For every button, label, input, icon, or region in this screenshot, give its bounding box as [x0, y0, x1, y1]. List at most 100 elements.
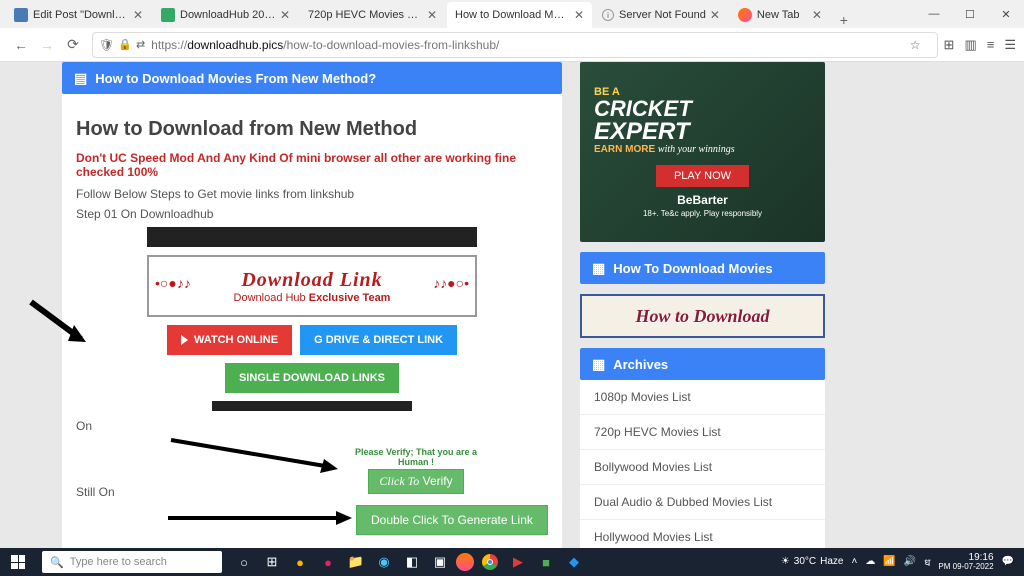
- close-tab-icon[interactable]: ✕: [574, 8, 584, 22]
- ad-play-button[interactable]: PLAY NOW: [656, 165, 749, 187]
- doc-icon: ▤: [74, 70, 87, 87]
- address-bar[interactable]: 🛡 🔒 ⇄ https://downloadhub.pics/how-to-do…: [92, 32, 938, 58]
- tab-edit-post[interactable]: Edit Post "Downloadhub 2022 ✕: [6, 2, 151, 28]
- taskview-icon[interactable]: ⊞: [260, 550, 284, 574]
- minimize-button[interactable]: —: [916, 0, 952, 28]
- taskbar-apps: ○ ⊞ ● ● 📁 ◉ ◧ ▣ ▶ ■ ◆: [232, 550, 586, 574]
- close-window-button[interactable]: ✕: [988, 0, 1024, 28]
- tab-new[interactable]: New Tab ✕: [730, 2, 830, 28]
- single-download-button[interactable]: SINGLE DOWNLOAD LINKS: [225, 363, 399, 393]
- banner-text: How to Download: [635, 306, 769, 327]
- gdrive-button[interactable]: G DRIVE & DIRECT LINK: [300, 325, 457, 355]
- maximize-button[interactable]: ☐: [952, 0, 988, 28]
- reader-icon[interactable]: ▥: [964, 37, 976, 53]
- archive-item[interactable]: Dual Audio & Dubbed Movies List: [580, 485, 825, 520]
- divider-strip: [212, 401, 412, 411]
- taskbar-search[interactable]: 🔍 Type here to search: [42, 551, 222, 573]
- close-tab-icon[interactable]: ✕: [812, 8, 822, 22]
- clock[interactable]: 19:16 PM 09-07-2022: [938, 552, 993, 572]
- watch-online-button[interactable]: WATCH ONLINE: [167, 325, 292, 355]
- on-label: On: [76, 419, 548, 433]
- firefox-icon[interactable]: [456, 553, 474, 571]
- main-column: ▤ How to Download Movies From New Method…: [62, 62, 562, 548]
- onedrive-icon[interactable]: ☁: [865, 556, 875, 567]
- explorer-icon[interactable]: 📁: [344, 550, 368, 574]
- ad-text: EXPERT: [594, 120, 690, 144]
- tab-label: How to Download Movies From Li: [455, 9, 570, 21]
- archive-item[interactable]: 720p HEVC Movies List: [580, 415, 825, 450]
- tab-label: DownloadHub 2022 Dual Aud: [180, 9, 276, 21]
- archive-list: 1080p Movies List 720p HEVC Movies List …: [580, 380, 825, 548]
- edge-icon[interactable]: ◉: [372, 550, 396, 574]
- back-button[interactable]: ←: [8, 32, 34, 58]
- archive-item[interactable]: Hollywood Movies List: [580, 520, 825, 548]
- network-icon[interactable]: 📶: [883, 556, 895, 567]
- app-icon[interactable]: ▶: [506, 550, 530, 574]
- bar-title: How To Download Movies: [613, 261, 772, 276]
- tab-downloadhub[interactable]: DownloadHub 2022 Dual Aud ✕: [153, 2, 298, 28]
- windows-icon: [11, 555, 25, 569]
- tab-server-not-found[interactable]: i Server Not Found ✕: [594, 2, 728, 28]
- app-icon[interactable]: ▣: [428, 550, 452, 574]
- app-icon[interactable]: ●: [288, 550, 312, 574]
- banner-subtitle: Download Hub Exclusive Team: [234, 292, 391, 304]
- close-tab-icon[interactable]: ✕: [427, 8, 437, 22]
- taskbar: 🔍 Type here to search ○ ⊞ ● ● 📁 ◉ ◧ ▣ ▶ …: [0, 548, 1024, 576]
- save-pocket-icon[interactable]: ⊞: [944, 37, 955, 53]
- close-tab-icon[interactable]: ✕: [280, 8, 290, 22]
- ad-disclaimer: 18+. Te&c apply. Play responsibly: [643, 209, 762, 218]
- chrome-icon[interactable]: [478, 550, 502, 574]
- volume-icon[interactable]: 🔊: [904, 556, 916, 567]
- sidebar-ad[interactable]: BE A CRICKET EXPERT EARN MORE with your …: [580, 62, 825, 242]
- archive-item[interactable]: 1080p Movies List: [580, 380, 825, 415]
- app-icon[interactable]: ●: [316, 550, 340, 574]
- language-indicator[interactable]: ध: [924, 555, 930, 569]
- new-tab-button[interactable]: +: [832, 12, 856, 28]
- bookmark-star-icon[interactable]: ☆: [910, 38, 921, 52]
- sidebar: BE A CRICKET EXPERT EARN MORE with your …: [580, 62, 825, 548]
- account-icon[interactable]: ≡: [987, 37, 995, 52]
- arrow-annotation-icon: [166, 435, 346, 475]
- cortana-icon[interactable]: ○: [232, 550, 256, 574]
- search-icon: 🔍: [50, 556, 64, 569]
- app-icon[interactable]: ◆: [562, 550, 586, 574]
- button-label: WATCH ONLINE: [194, 334, 278, 346]
- forward-button[interactable]: →: [34, 32, 60, 58]
- howto-download-banner[interactable]: How to Download: [580, 294, 825, 338]
- start-button[interactable]: [0, 548, 36, 576]
- tab-720p[interactable]: 720p HEVC Movies Full Movie Free ✕: [300, 2, 445, 28]
- verify-hint: Please Verify; That you are a Human !: [346, 447, 486, 467]
- weather-icon: ☀: [781, 556, 790, 567]
- download-link-banner: •○●♪♪ ♪♪●○• Download Link Download Hub E…: [147, 255, 477, 317]
- verify-button[interactable]: Click To Verify: [368, 469, 463, 494]
- url-text: https://downloadhub.pics/how-to-download…: [151, 38, 499, 52]
- weather-temp: 30°C: [794, 556, 816, 567]
- tray-chevron-icon[interactable]: ˄: [851, 556, 857, 567]
- bar-title: Archives: [613, 357, 668, 372]
- tab-label: New Tab: [757, 9, 808, 21]
- notifications-icon[interactable]: 💬: [1002, 556, 1014, 567]
- button-label-part: Click To: [379, 474, 419, 488]
- warning-text: Don't UC Speed Mod And Any Kind Of mini …: [76, 151, 548, 179]
- archive-item[interactable]: Bollywood Movies List: [580, 450, 825, 485]
- page-viewport: ▤ How to Download Movies From New Method…: [0, 62, 1024, 548]
- divider-strip: [147, 227, 477, 247]
- menu-icon[interactable]: ☰: [1004, 37, 1016, 53]
- grid-icon: ▦: [592, 260, 605, 277]
- site-icon: [161, 8, 175, 22]
- info-icon: i: [602, 9, 614, 21]
- weather-widget[interactable]: ☀ 30°C Haze: [781, 556, 844, 567]
- tab-howto-active[interactable]: How to Download Movies From Li ✕: [447, 2, 592, 28]
- generate-link-button[interactable]: Double Click To Generate Link: [356, 505, 548, 535]
- firefox-icon: [738, 8, 752, 22]
- header-bar: ▤ How to Download Movies From New Method…: [62, 62, 562, 94]
- permissions-icon: ⇄: [136, 38, 145, 51]
- button-label: SINGLE DOWNLOAD LINKS: [239, 372, 385, 384]
- close-tab-icon[interactable]: ✕: [133, 8, 143, 22]
- button-label-part: Verify: [423, 474, 453, 488]
- app-icon[interactable]: ◧: [400, 550, 424, 574]
- app-icon[interactable]: ■: [534, 550, 558, 574]
- close-tab-icon[interactable]: ✕: [710, 8, 720, 22]
- button-label: G DRIVE & DIRECT LINK: [314, 334, 443, 346]
- reload-button[interactable]: ⟳: [60, 32, 86, 58]
